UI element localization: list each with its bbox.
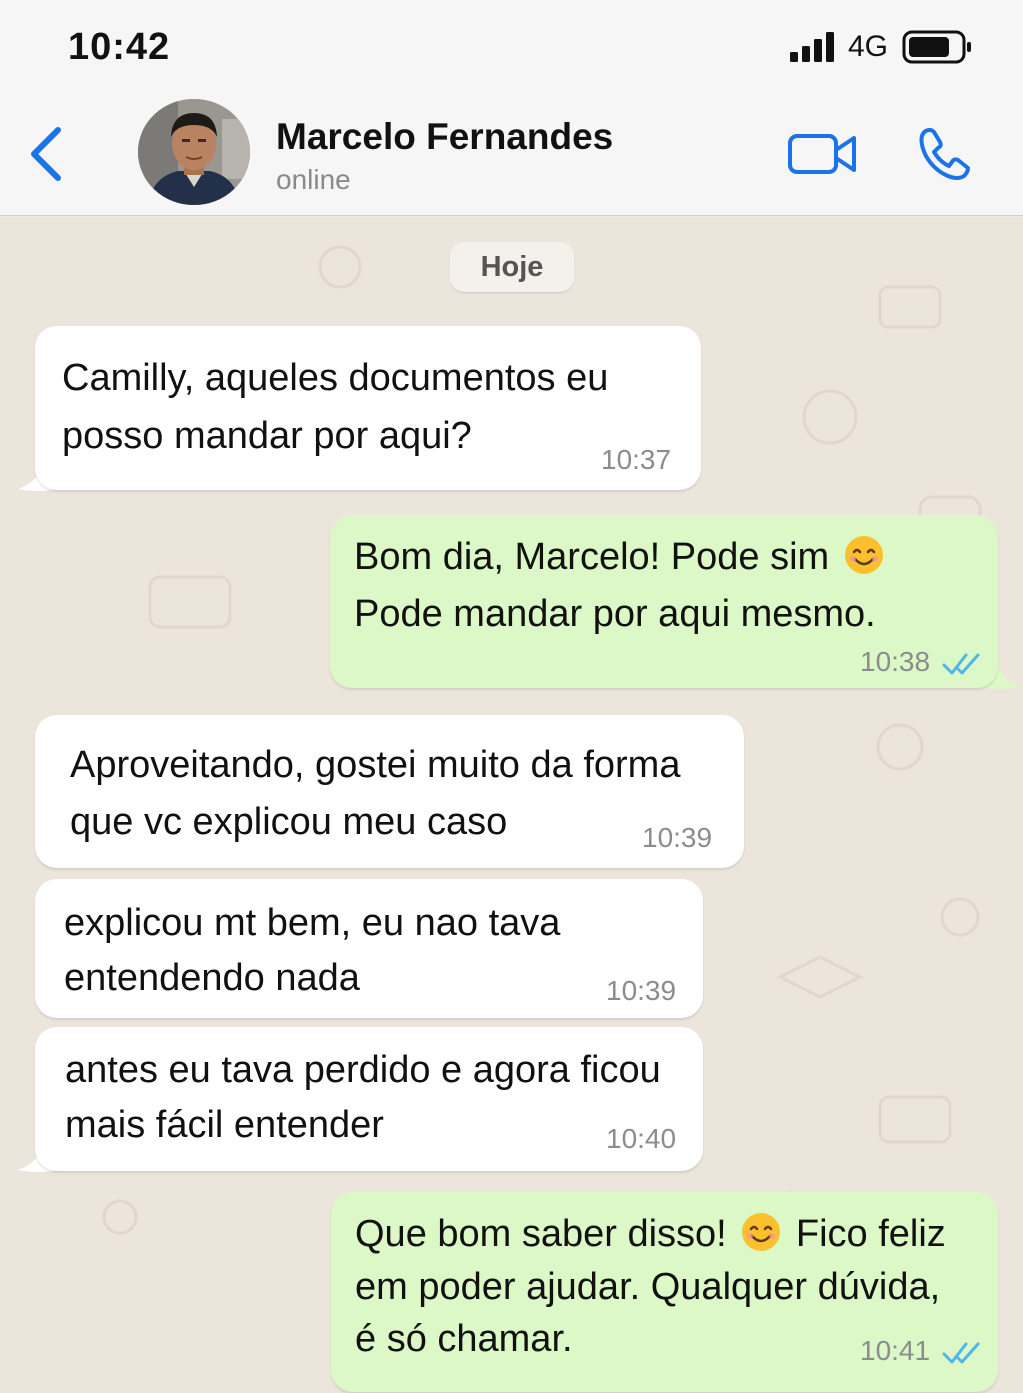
- message-text: que vc explicou meu caso: [70, 801, 508, 843]
- contact-avatar[interactable]: [138, 99, 250, 205]
- message-text: é só chamar.: [355, 1318, 573, 1360]
- chat-area[interactable]: Hoje Camilly, aqueles documentos eu poss…: [0, 217, 1023, 1393]
- contact-name[interactable]: Marcelo Fernandes: [276, 116, 613, 158]
- message-time: 10:39: [606, 975, 677, 1006]
- message-text-part: Bom dia, Marcelo! Pode sim: [354, 536, 830, 578]
- message-bubble-incoming[interactable]: antes eu tava perdido e agora ficou mais…: [35, 1027, 703, 1171]
- message-time: 10:37: [601, 444, 672, 475]
- video-call-icon[interactable]: [786, 130, 858, 178]
- message-bubble-outgoing[interactable]: Que bom saber disso! Fico feliz em poder…: [331, 1192, 998, 1392]
- message-bubble-outgoing[interactable]: Bom dia, Marcelo! Pode sim Pode mandar p…: [330, 515, 998, 688]
- status-bar: 10:42 4G: [0, 0, 1023, 96]
- message-text: em poder ajudar. Qualquer dúvida,: [355, 1266, 941, 1308]
- message-text-part: Que bom saber disso!: [355, 1213, 727, 1255]
- message-time: 10:40: [606, 1123, 677, 1154]
- message-text: mais fácil entender: [65, 1104, 384, 1146]
- smiling-face-emoji-icon: [742, 1213, 781, 1251]
- message-text-part: Fico feliz: [795, 1213, 946, 1255]
- message-time: 10:39: [642, 822, 713, 853]
- date-separator: Hoje: [450, 242, 574, 292]
- status-time: 10:42: [68, 26, 171, 68]
- battery-icon: [902, 30, 971, 64]
- read-ticks-icon: [942, 653, 980, 675]
- message-time: 10:41: [860, 1335, 931, 1366]
- message-text: entendendo nada: [64, 957, 360, 999]
- chat-header: Marcelo Fernandes online: [0, 96, 1023, 216]
- message-text: Pode mandar por aqui mesmo.: [354, 593, 876, 635]
- network-type: 4G: [848, 30, 889, 63]
- message-text: Camilly, aqueles documentos eu: [62, 357, 609, 399]
- contact-status: online: [276, 164, 351, 195]
- message-text: antes eu tava perdido e agora ficou: [65, 1049, 661, 1091]
- message-bubble-incoming[interactable]: Aproveitando, gostei muito da forma que …: [35, 715, 744, 868]
- back-chevron-icon[interactable]: [26, 126, 66, 182]
- message-text: explicou mt bem, eu nao tava: [64, 902, 561, 944]
- message-text: Bom dia, Marcelo! Pode sim: [354, 529, 888, 586]
- phone-call-icon[interactable]: [916, 126, 974, 182]
- message-time: 10:38: [860, 646, 931, 677]
- smiling-face-emoji-icon: [844, 536, 883, 574]
- message-bubble-incoming[interactable]: explicou mt bem, eu nao tava entendendo …: [35, 879, 703, 1018]
- message-text: Que bom saber disso! Fico feliz: [355, 1206, 946, 1263]
- message-text: Aproveitando, gostei muito da forma: [70, 744, 681, 786]
- message-bubble-incoming[interactable]: Camilly, aqueles documentos eu posso man…: [35, 326, 701, 490]
- signal-bars-icon: [790, 32, 834, 62]
- message-text: posso mandar por aqui?: [62, 415, 472, 457]
- read-ticks-icon: [942, 1342, 980, 1364]
